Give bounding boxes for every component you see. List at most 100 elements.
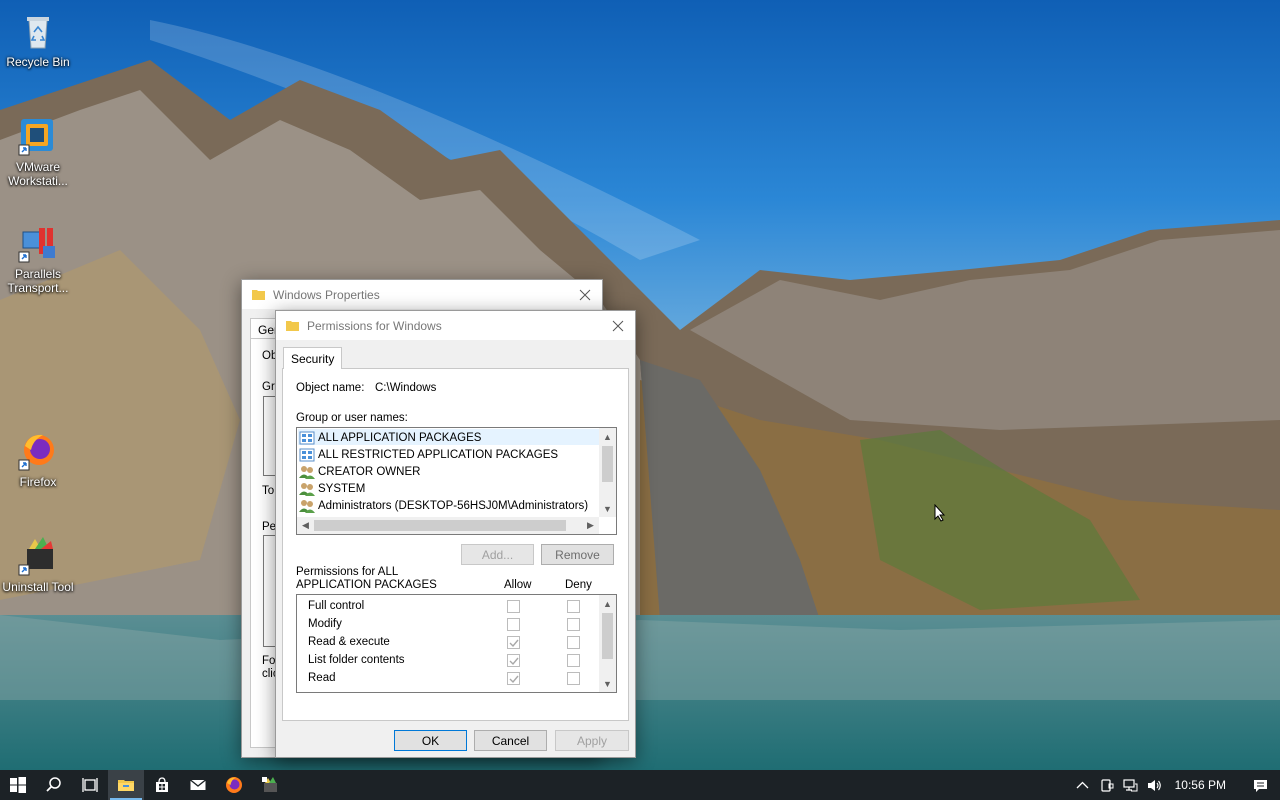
list-item[interactable]: CREATOR OWNER — [299, 463, 420, 480]
scroll-down-icon[interactable]: ▼ — [599, 500, 616, 517]
store-button[interactable] — [144, 770, 180, 800]
desktop-icon-label: Parallels Transport... — [7, 267, 69, 295]
taskbar-clock[interactable]: 10:56 PM — [1167, 778, 1240, 792]
scroll-up-icon[interactable]: ▲ — [599, 595, 616, 612]
permissions-listbox[interactable]: Full control Modify Read & execute List … — [296, 594, 617, 693]
desktop-icon-label: Uninstall Tool — [2, 580, 74, 594]
checkmark-icon — [509, 639, 519, 647]
taskbar: 10:56 PM — [0, 770, 1280, 800]
group-name: ALL APPLICATION PACKAGES — [318, 431, 482, 444]
folder-icon — [252, 290, 265, 300]
scroll-right-icon[interactable]: ▶ — [582, 517, 599, 534]
firefox-taskbar-button[interactable] — [216, 770, 252, 800]
apply-button[interactable]: Apply — [555, 730, 629, 751]
allow-checkbox[interactable] — [507, 618, 520, 631]
recycle-bin-icon — [17, 10, 59, 52]
deny-checkbox[interactable] — [567, 672, 580, 685]
allow-checkbox[interactable] — [507, 636, 520, 649]
group-name: ALL RESTRICTED APPLICATION PACKAGES — [318, 448, 559, 461]
scroll-up-icon[interactable]: ▲ — [599, 428, 616, 445]
windows-logo-icon — [10, 777, 26, 793]
mouse-cursor-icon — [934, 504, 946, 522]
list-item[interactable]: Administrators (DESKTOP-56HSJ0M\Administ… — [299, 497, 588, 514]
task-view-button[interactable] — [72, 770, 108, 800]
permissions-for-label-line1: Permissions for ALL — [296, 566, 399, 578]
object-name-value: C:\Windows — [375, 382, 437, 394]
permissions-titlebar[interactable]: Permissions for Windows — [276, 311, 635, 340]
list-item[interactable]: ALL RESTRICTED APPLICATION PACKAGES — [299, 446, 558, 463]
deny-checkbox[interactable] — [567, 654, 580, 667]
remove-button[interactable]: Remove — [541, 544, 614, 565]
scroll-down-icon[interactable]: ▼ — [599, 675, 616, 692]
desktop-icon-recycle-bin[interactable]: Recycle Bin — [0, 10, 76, 69]
users-group-icon — [299, 482, 315, 496]
fragment-permissions: Pe — [262, 521, 277, 533]
notification-icon — [1253, 779, 1267, 792]
start-button[interactable] — [0, 770, 36, 800]
close-icon — [579, 289, 591, 300]
permission-name: Full control — [308, 600, 365, 612]
tab-label: Security — [291, 352, 335, 366]
close-button[interactable] — [568, 280, 602, 309]
permissions-dialog[interactable]: Permissions for Windows Security Object … — [275, 310, 636, 758]
network-icon — [1123, 778, 1138, 791]
desktop-icon-uninstall-tool[interactable]: Uninstall Tool — [0, 535, 76, 594]
desktop-icon-parallels[interactable]: Parallels Transport... — [0, 222, 76, 295]
users-group-icon — [299, 465, 315, 479]
allow-checkbox[interactable] — [507, 672, 520, 685]
users-group-icon — [299, 499, 315, 513]
deny-checkbox[interactable] — [567, 618, 580, 631]
list-item[interactable]: ALL APPLICATION PACKAGES — [299, 429, 481, 446]
group-vertical-scrollbar[interactable]: ▲ ▼ — [599, 428, 616, 517]
checkmark-icon — [509, 675, 519, 683]
scroll-thumb[interactable] — [602, 446, 613, 482]
package-group-icon — [299, 448, 315, 461]
folder-icon — [286, 321, 299, 331]
permissions-vertical-scrollbar[interactable]: ▲ ▼ — [599, 595, 616, 692]
checkmark-icon — [509, 657, 519, 665]
deny-checkbox[interactable] — [567, 636, 580, 649]
permission-name: List folder contents — [308, 654, 405, 666]
desktop-icon-label: VMware Workstati... — [8, 160, 68, 188]
add-button[interactable]: Add... — [461, 544, 534, 565]
speaker-icon — [1148, 779, 1161, 791]
network-button[interactable] — [1119, 770, 1143, 800]
tray-device-button[interactable] — [1095, 770, 1119, 800]
permissions-for-label-line2: APPLICATION PACKAGES — [296, 579, 437, 591]
volume-button[interactable] — [1143, 770, 1167, 800]
scroll-thumb[interactable] — [314, 520, 566, 531]
close-button[interactable] — [601, 311, 635, 340]
search-button[interactable] — [36, 770, 72, 800]
window-title: Windows Properties — [273, 287, 380, 302]
scroll-thumb[interactable] — [602, 613, 613, 659]
group-horizontal-scrollbar[interactable]: ◀ ▶ — [297, 517, 599, 534]
allow-checkbox[interactable] — [507, 600, 520, 613]
deny-checkbox[interactable] — [567, 600, 580, 613]
package-group-icon — [299, 431, 315, 444]
firefox-icon — [226, 777, 242, 793]
show-hidden-icons-button[interactable] — [1071, 770, 1095, 800]
group-name: Administrators (DESKTOP-56HSJ0M\Administ… — [318, 499, 589, 512]
fragment-to: To — [262, 485, 275, 497]
list-item[interactable]: SYSTEM — [299, 480, 365, 497]
ok-button[interactable]: OK — [394, 730, 467, 751]
uninstall-tool-taskbar-button[interactable] — [252, 770, 288, 800]
group-name: SYSTEM — [318, 482, 366, 495]
permission-name: Read — [308, 672, 336, 684]
desktop-icon-firefox[interactable]: Firefox — [0, 430, 76, 489]
chevron-up-icon — [1076, 781, 1089, 788]
firefox-icon — [17, 430, 59, 472]
mail-icon — [190, 779, 206, 790]
tab-security[interactable]: Security — [283, 347, 343, 369]
allow-checkbox[interactable] — [507, 654, 520, 667]
desktop-icon-vmware[interactable]: VMware Workstati... — [0, 115, 76, 188]
group-listbox[interactable]: ALL APPLICATION PACKAGES ALL RESTRICTED … — [296, 427, 617, 535]
file-explorer-button[interactable] — [108, 770, 144, 800]
system-tray: 10:56 PM — [1071, 770, 1280, 800]
action-center-button[interactable] — [1240, 770, 1280, 800]
mail-button[interactable] — [180, 770, 216, 800]
scroll-left-icon[interactable]: ◀ — [297, 517, 314, 534]
properties-titlebar[interactable]: Windows Properties — [242, 280, 602, 309]
cancel-button[interactable]: Cancel — [474, 730, 547, 751]
device-icon — [1101, 778, 1114, 792]
